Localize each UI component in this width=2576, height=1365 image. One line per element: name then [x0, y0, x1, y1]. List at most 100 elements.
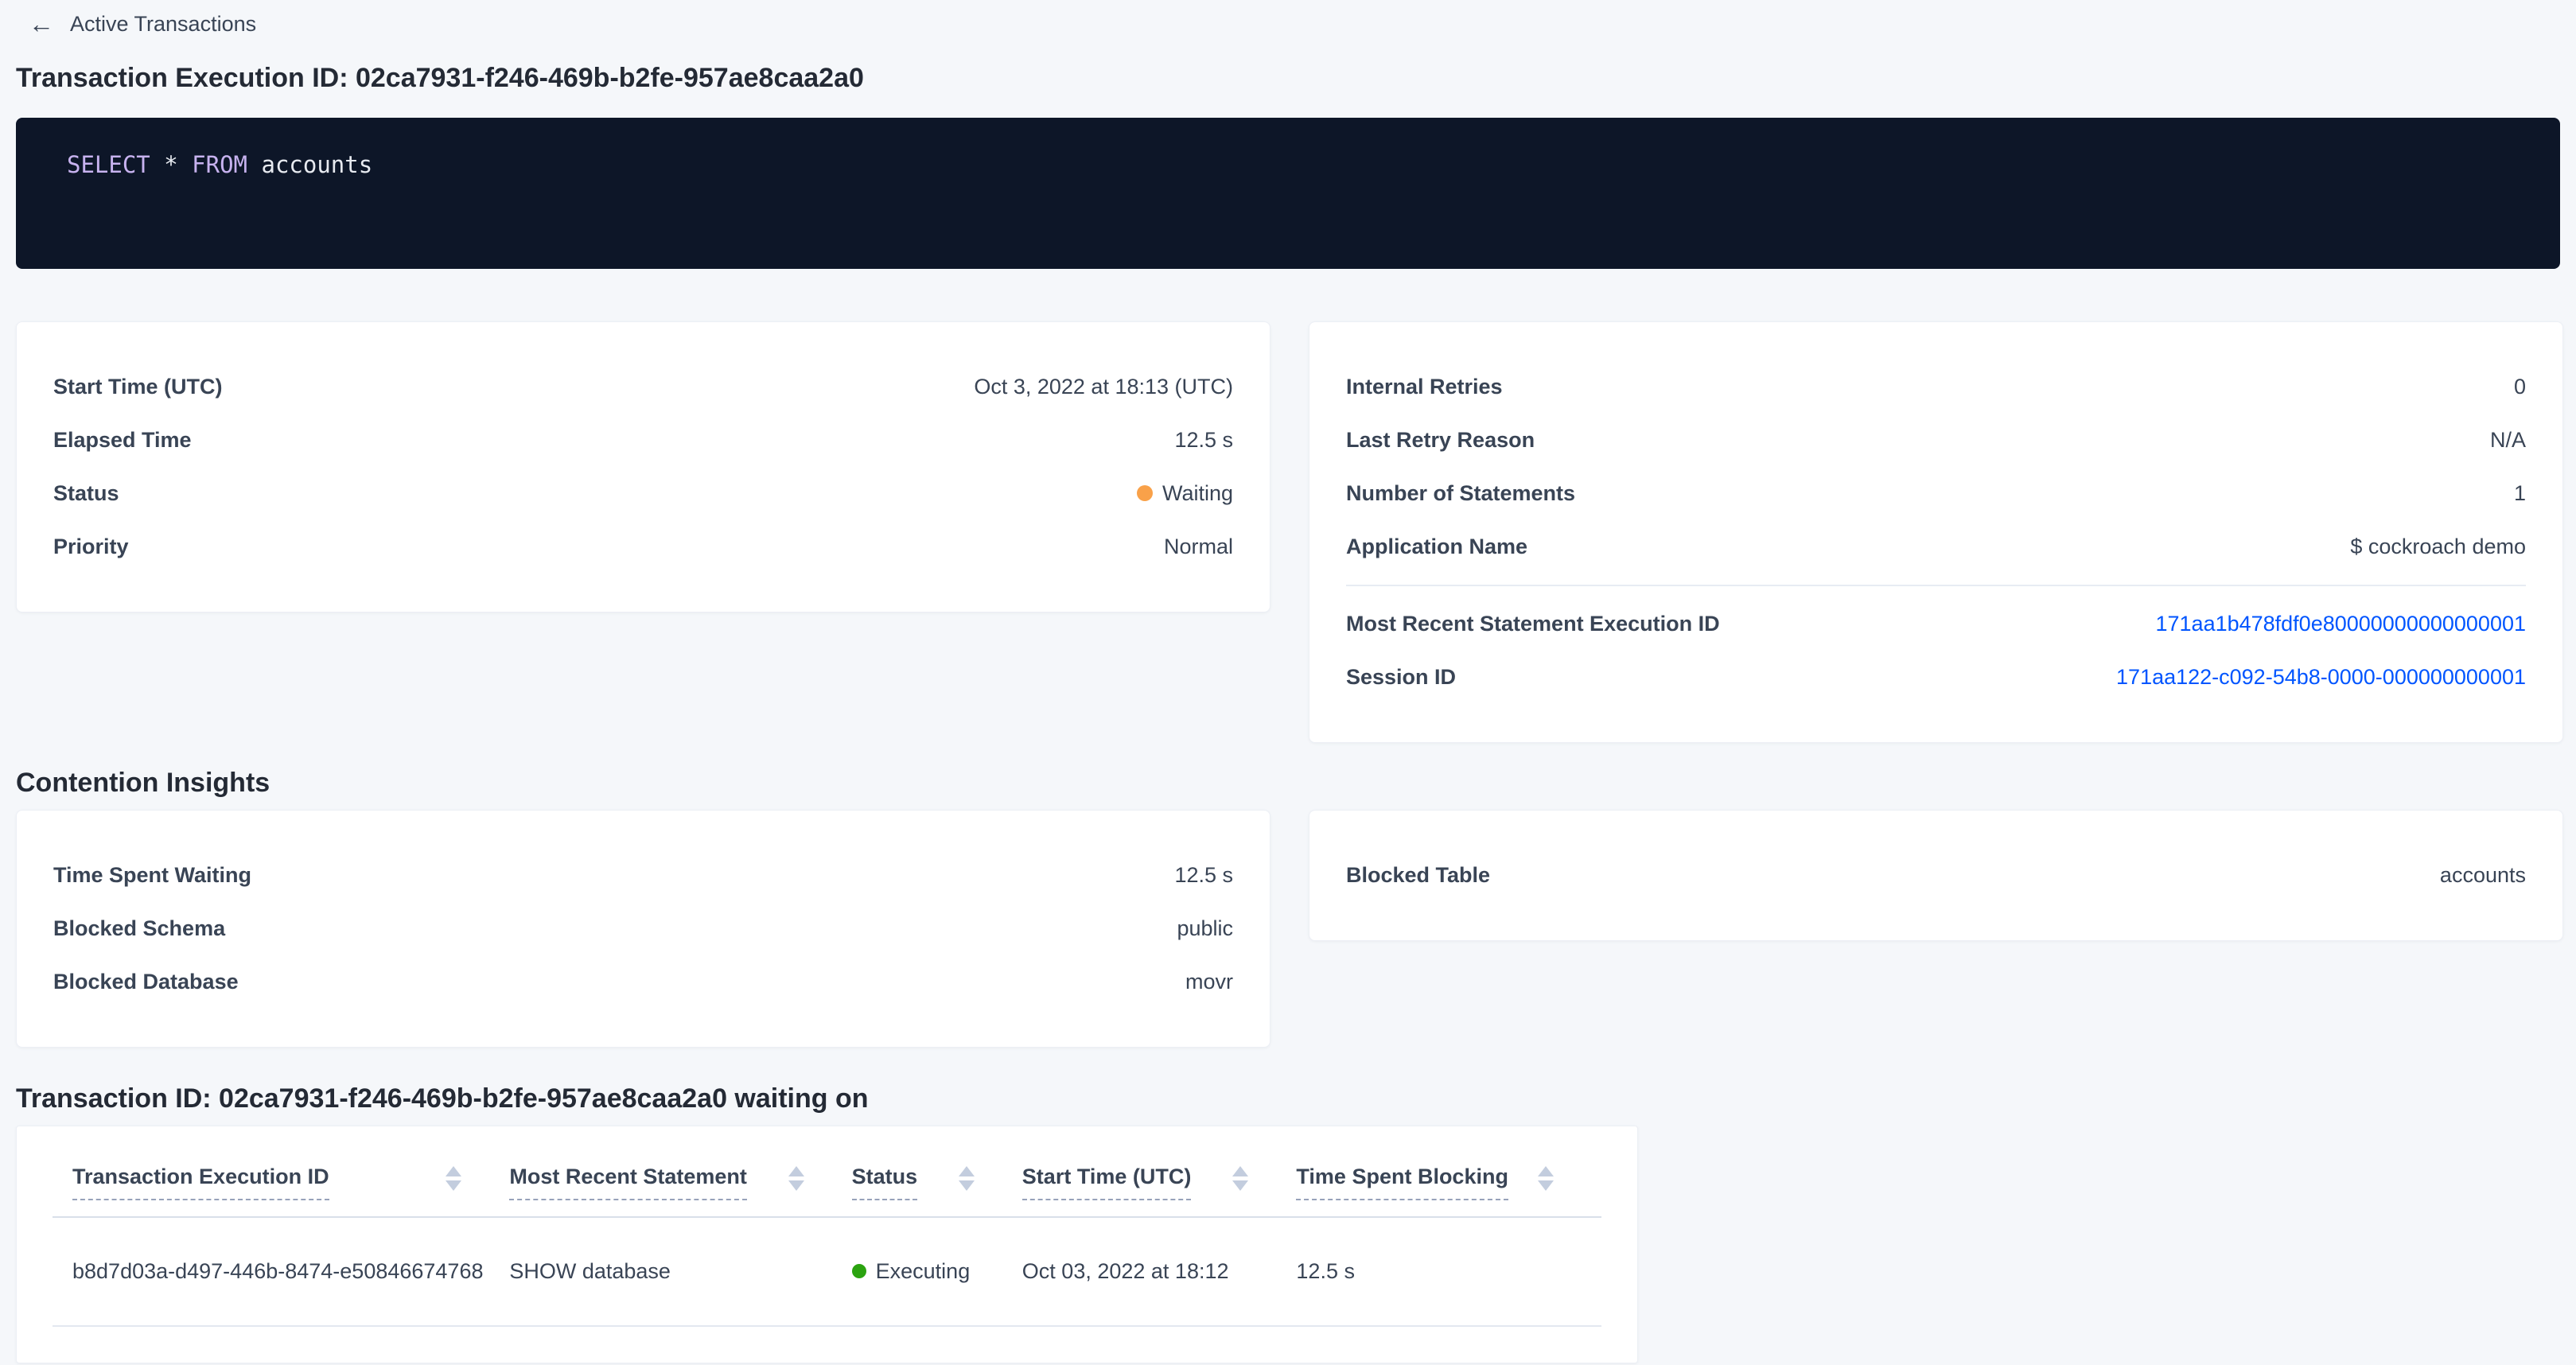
start-time-row: Start Time (UTC) Oct 3, 2022 at 18:13 (U… — [53, 360, 1233, 414]
sql-table-name: accounts — [261, 151, 372, 178]
statement-execution-id-link[interactable]: 171aa1b478fdf0e80000000000000001 — [2156, 612, 2527, 636]
contention-card-right: Blocked Table accounts — [1309, 810, 2563, 941]
cell-transaction-execution-id: b8d7d03a-d497-446b-8474-e50846674768 — [53, 1217, 509, 1326]
cell-most-recent-statement: SHOW database — [509, 1217, 851, 1326]
sql-keyword: SELECT — [67, 151, 150, 178]
status-label: Status — [53, 481, 119, 506]
session-id-label: Session ID — [1346, 665, 1456, 690]
last-retry-reason-row: Last Retry Reason N/A — [1346, 414, 2526, 467]
column-header-time-spent-blocking[interactable]: Time Spent Blocking — [1296, 1165, 1601, 1217]
time-spent-waiting-label: Time Spent Waiting — [53, 863, 251, 888]
blocked-database-value: movr — [1185, 970, 1233, 994]
breadcrumb-back-active-transactions[interactable]: ← Active Transactions — [29, 11, 256, 37]
sort-icon[interactable] — [1232, 1166, 1248, 1191]
status-value: Waiting — [1137, 481, 1233, 506]
start-time-label: Start Time (UTC) — [53, 375, 223, 399]
summary-card-right: Internal Retries 0 Last Retry Reason N/A… — [1309, 321, 2563, 743]
internal-retries-row: Internal Retries 0 — [1346, 360, 2526, 414]
sort-icon[interactable] — [959, 1166, 975, 1191]
status-row: Status Waiting — [53, 467, 1233, 520]
column-header-start-time[interactable]: Start Time (UTC) — [1022, 1165, 1297, 1217]
cell-time-spent-blocking: 12.5 s — [1296, 1217, 1601, 1326]
waiting-on-heading: Transaction ID: 02ca7931-f246-469b-b2fe-… — [16, 1083, 2560, 1114]
number-of-statements-label: Number of Statements — [1346, 481, 1575, 506]
application-name-row: Application Name $ cockroach demo — [1346, 520, 2526, 574]
sort-ascending-icon — [446, 1166, 461, 1176]
number-of-statements-row: Number of Statements 1 — [1346, 467, 2526, 520]
transaction-details-page: ← Active Transactions Transaction Execut… — [0, 0, 2576, 1365]
executing-status-dot-icon — [852, 1264, 866, 1278]
column-label: Transaction Execution ID — [72, 1165, 329, 1200]
blocked-table-label: Blocked Table — [1346, 863, 1490, 888]
column-label: Time Spent Blocking — [1296, 1165, 1508, 1200]
blocked-database-row: Blocked Database movr — [53, 955, 1233, 1009]
blocked-table-row: Blocked Table accounts — [1346, 849, 2526, 902]
elapsed-time-label: Elapsed Time — [53, 428, 192, 453]
status-text: Executing — [876, 1259, 971, 1283]
statement-execution-id-row: Most Recent Statement Execution ID 171aa… — [1346, 597, 2526, 651]
summary-cards-row: Start Time (UTC) Oct 3, 2022 at 18:13 (U… — [16, 321, 2560, 743]
cell-status: Executing — [852, 1217, 1022, 1326]
blocked-schema-value: public — [1177, 916, 1233, 941]
waiting-transactions-table-card: Transaction Execution ID Most Recent Sta… — [16, 1126, 1638, 1363]
column-label: Most Recent Statement — [509, 1165, 747, 1200]
contention-cards-row: Time Spent Waiting 12.5 s Blocked Schema… — [16, 810, 2560, 1048]
sort-descending-icon — [959, 1180, 975, 1191]
sql-statement: SELECT * FROM accounts — [67, 151, 2509, 178]
waiting-status-dot-icon — [1137, 485, 1153, 501]
table-row: b8d7d03a-d497-446b-8474-e50846674768 SHO… — [53, 1217, 1601, 1326]
priority-value: Normal — [1164, 535, 1233, 559]
column-header-transaction-execution-id[interactable]: Transaction Execution ID — [53, 1165, 509, 1217]
status-text: Waiting — [1162, 481, 1233, 505]
sort-ascending-icon — [959, 1166, 975, 1176]
waiting-transactions-table: Transaction Execution ID Most Recent Sta… — [53, 1165, 1601, 1327]
time-spent-waiting-value: 12.5 s — [1174, 863, 1233, 888]
start-time-value: Oct 3, 2022 at 18:13 (UTC) — [974, 375, 1233, 399]
time-spent-waiting-row: Time Spent Waiting 12.5 s — [53, 849, 1233, 902]
column-label: Status — [852, 1165, 918, 1200]
sql-operator: * — [164, 151, 177, 178]
sort-icon[interactable] — [446, 1166, 461, 1191]
elapsed-time-value: 12.5 s — [1174, 428, 1233, 453]
table-header-row: Transaction Execution ID Most Recent Sta… — [53, 1165, 1601, 1217]
sort-ascending-icon — [1538, 1166, 1554, 1176]
sort-ascending-icon — [788, 1166, 804, 1176]
session-id-link[interactable]: 171aa122-c092-54b8-0000-000000000001 — [2116, 665, 2526, 690]
cell-start-time: Oct 03, 2022 at 18:12 — [1022, 1217, 1297, 1326]
contention-card-left: Time Spent Waiting 12.5 s Blocked Schema… — [16, 810, 1270, 1048]
sort-descending-icon — [1232, 1180, 1248, 1191]
back-arrow-icon: ← — [29, 11, 54, 37]
blocked-database-label: Blocked Database — [53, 970, 239, 994]
last-retry-reason-value: N/A — [2490, 428, 2526, 453]
blocked-table-value: accounts — [2440, 863, 2526, 888]
sort-descending-icon — [788, 1180, 804, 1191]
sort-icon[interactable] — [1538, 1166, 1554, 1191]
summary-card-left: Start Time (UTC) Oct 3, 2022 at 18:13 (U… — [16, 321, 1270, 612]
sort-icon[interactable] — [788, 1166, 804, 1191]
column-label: Start Time (UTC) — [1022, 1165, 1192, 1200]
sort-descending-icon — [446, 1180, 461, 1191]
contention-insights-heading: Contention Insights — [16, 767, 2560, 799]
elapsed-time-row: Elapsed Time 12.5 s — [53, 414, 1233, 467]
internal-retries-value: 0 — [2514, 375, 2526, 399]
column-header-most-recent-statement[interactable]: Most Recent Statement — [509, 1165, 851, 1217]
session-id-row: Session ID 171aa122-c092-54b8-0000-00000… — [1346, 651, 2526, 704]
card-divider — [1346, 585, 2526, 586]
blocked-schema-label: Blocked Schema — [53, 916, 225, 941]
sort-ascending-icon — [1232, 1166, 1248, 1176]
page-title: Transaction Execution ID: 02ca7931-f246-… — [16, 62, 2560, 94]
blocked-schema-row: Blocked Schema public — [53, 902, 1233, 955]
column-header-status[interactable]: Status — [852, 1165, 1022, 1217]
statement-execution-id-label: Most Recent Statement Execution ID — [1346, 612, 1720, 636]
application-name-label: Application Name — [1346, 535, 1527, 559]
sql-statement-box: SELECT * FROM accounts — [16, 118, 2560, 269]
priority-row: Priority Normal — [53, 520, 1233, 574]
application-name-value: $ cockroach demo — [2350, 535, 2526, 559]
number-of-statements-value: 1 — [2514, 481, 2526, 506]
priority-label: Priority — [53, 535, 129, 559]
sql-keyword: FROM — [192, 151, 247, 178]
breadcrumb-label: Active Transactions — [70, 12, 256, 37]
internal-retries-label: Internal Retries — [1346, 375, 1503, 399]
last-retry-reason-label: Last Retry Reason — [1346, 428, 1535, 453]
sort-descending-icon — [1538, 1180, 1554, 1191]
